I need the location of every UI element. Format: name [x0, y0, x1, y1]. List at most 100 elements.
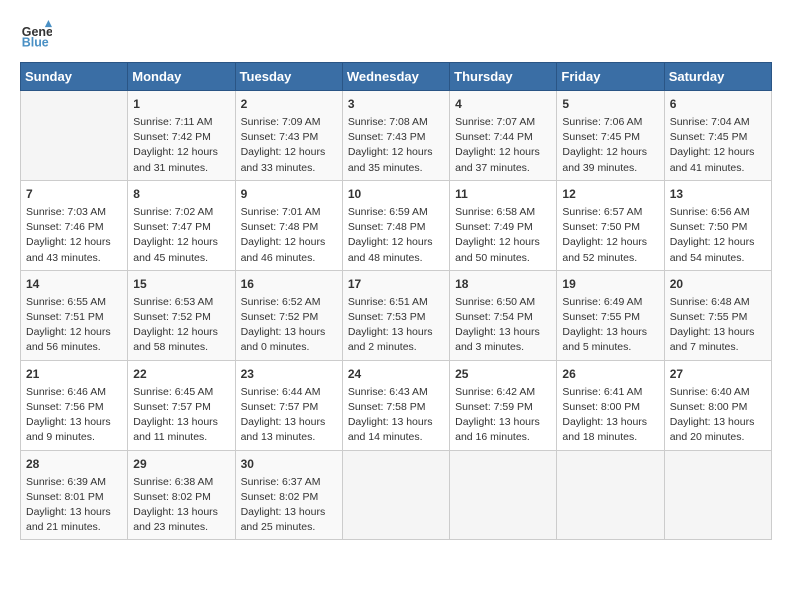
- calendar-cell: 2 Sunrise: 7:09 AM Sunset: 7:43 PM Daylig…: [235, 91, 342, 181]
- day-number: 26: [562, 365, 658, 383]
- day-content: Sunrise: 6:39 AM Sunset: 8:01 PM Dayligh…: [26, 475, 122, 536]
- calendar-cell: 11 Sunrise: 6:58 AM Sunset: 7:49 PM Dayli…: [450, 180, 557, 270]
- day-content: Sunrise: 7:08 AM Sunset: 7:43 PM Dayligh…: [348, 115, 444, 176]
- calendar-cell: [557, 450, 664, 540]
- calendar-cell: 22Sunrise: 6:45 AM Sunset: 7:57 PM Dayli…: [128, 360, 235, 450]
- day-content: Sunrise: 6:55 AM Sunset: 7:51 PM Dayligh…: [26, 295, 122, 356]
- day-number: 2: [241, 95, 337, 113]
- day-content: Sunrise: 6:58 AM Sunset: 7:49 PM Dayligh…: [455, 205, 551, 266]
- day-number: 6: [670, 95, 766, 113]
- calendar-cell: 28 Sunrise: 6:39 AM Sunset: 8:01 PM Dayli…: [21, 450, 128, 540]
- day-number: 24: [348, 365, 444, 383]
- day-content: Sunrise: 6:52 AM Sunset: 7:52 PM Dayligh…: [241, 295, 337, 356]
- day-number: 15: [133, 275, 229, 293]
- calendar-cell: 7Sunrise: 7:03 AM Sunset: 7:46 PM Daylig…: [21, 180, 128, 270]
- day-content: Sunrise: 6:59 AM Sunset: 7:48 PM Dayligh…: [348, 205, 444, 266]
- day-content: Sunrise: 6:53 AM Sunset: 7:52 PM Dayligh…: [133, 295, 229, 356]
- day-number: 3: [348, 95, 444, 113]
- svg-text:Blue: Blue: [22, 36, 49, 50]
- header-day-friday: Friday: [557, 63, 664, 91]
- calendar-cell: 16 Sunrise: 6:52 AM Sunset: 7:52 PM Dayli…: [235, 270, 342, 360]
- day-number: 21: [26, 365, 122, 383]
- day-content: Sunrise: 6:44 AM Sunset: 7:57 PM Dayligh…: [241, 385, 337, 446]
- week-row-5: 28 Sunrise: 6:39 AM Sunset: 8:01 PM Dayli…: [21, 450, 772, 540]
- calendar-cell: [450, 450, 557, 540]
- day-content: Sunrise: 7:01 AM Sunset: 7:48 PM Dayligh…: [241, 205, 337, 266]
- calendar-cell: 25Sunrise: 6:42 AM Sunset: 7:59 PM Dayli…: [450, 360, 557, 450]
- logo: General Blue: [20, 20, 58, 52]
- day-number: 14: [26, 275, 122, 293]
- day-number: 13: [670, 185, 766, 203]
- day-content: Sunrise: 6:42 AM Sunset: 7:59 PM Dayligh…: [455, 385, 551, 446]
- week-row-3: 14 Sunrise: 6:55 AM Sunset: 7:51 PM Dayli…: [21, 270, 772, 360]
- day-content: Sunrise: 6:57 AM Sunset: 7:50 PM Dayligh…: [562, 205, 658, 266]
- day-number: 8: [133, 185, 229, 203]
- day-content: Sunrise: 7:06 AM Sunset: 7:45 PM Dayligh…: [562, 115, 658, 176]
- calendar-cell: 6 Sunrise: 7:04 AM Sunset: 7:45 PM Daylig…: [664, 91, 771, 181]
- logo-icon: General Blue: [20, 20, 52, 52]
- header-day-thursday: Thursday: [450, 63, 557, 91]
- day-number: 27: [670, 365, 766, 383]
- calendar-cell: 15 Sunrise: 6:53 AM Sunset: 7:52 PM Dayli…: [128, 270, 235, 360]
- calendar-cell: 4 Sunrise: 7:07 AM Sunset: 7:44 PM Daylig…: [450, 91, 557, 181]
- week-row-4: 21 Sunrise: 6:46 AM Sunset: 7:56 PM Dayli…: [21, 360, 772, 450]
- day-number: 4: [455, 95, 551, 113]
- day-content: Sunrise: 6:43 AM Sunset: 7:58 PM Dayligh…: [348, 385, 444, 446]
- day-number: 29: [133, 455, 229, 473]
- day-number: 5: [562, 95, 658, 113]
- day-content: Sunrise: 7:11 AM Sunset: 7:42 PM Dayligh…: [133, 115, 229, 176]
- calendar-cell: 5 Sunrise: 7:06 AM Sunset: 7:45 PM Daylig…: [557, 91, 664, 181]
- day-number: 10: [348, 185, 444, 203]
- calendar-cell: [664, 450, 771, 540]
- calendar-cell: [342, 450, 449, 540]
- day-content: Sunrise: 7:02 AM Sunset: 7:47 PM Dayligh…: [133, 205, 229, 266]
- calendar-cell: 12 Sunrise: 6:57 AM Sunset: 7:50 PM Dayli…: [557, 180, 664, 270]
- header-day-monday: Monday: [128, 63, 235, 91]
- day-number: 23: [241, 365, 337, 383]
- calendar-cell: 18Sunrise: 6:50 AM Sunset: 7:54 PM Dayli…: [450, 270, 557, 360]
- calendar-table: SundayMondayTuesdayWednesdayThursdayFrid…: [20, 62, 772, 540]
- calendar-cell: 21 Sunrise: 6:46 AM Sunset: 7:56 PM Dayli…: [21, 360, 128, 450]
- day-content: Sunrise: 6:46 AM Sunset: 7:56 PM Dayligh…: [26, 385, 122, 446]
- day-content: Sunrise: 7:04 AM Sunset: 7:45 PM Dayligh…: [670, 115, 766, 176]
- page-header: General Blue: [20, 20, 772, 52]
- day-content: Sunrise: 6:41 AM Sunset: 8:00 PM Dayligh…: [562, 385, 658, 446]
- calendar-cell: 30 Sunrise: 6:37 AM Sunset: 8:02 PM Dayli…: [235, 450, 342, 540]
- day-number: 16: [241, 275, 337, 293]
- day-content: Sunrise: 6:37 AM Sunset: 8:02 PM Dayligh…: [241, 475, 337, 536]
- calendar-cell: 27 Sunrise: 6:40 AM Sunset: 8:00 PM Dayli…: [664, 360, 771, 450]
- calendar-body: 1 Sunrise: 7:11 AM Sunset: 7:42 PM Daylig…: [21, 91, 772, 540]
- day-number: 12: [562, 185, 658, 203]
- header-day-saturday: Saturday: [664, 63, 771, 91]
- header-row: SundayMondayTuesdayWednesdayThursdayFrid…: [21, 63, 772, 91]
- day-content: Sunrise: 6:49 AM Sunset: 7:55 PM Dayligh…: [562, 295, 658, 356]
- day-number: 17: [348, 275, 444, 293]
- day-content: Sunrise: 6:38 AM Sunset: 8:02 PM Dayligh…: [133, 475, 229, 536]
- day-number: 1: [133, 95, 229, 113]
- day-number: 19: [562, 275, 658, 293]
- day-number: 28: [26, 455, 122, 473]
- day-number: 18: [455, 275, 551, 293]
- day-number: 9: [241, 185, 337, 203]
- calendar-header: SundayMondayTuesdayWednesdayThursdayFrid…: [21, 63, 772, 91]
- header-day-tuesday: Tuesday: [235, 63, 342, 91]
- day-content: Sunrise: 6:45 AM Sunset: 7:57 PM Dayligh…: [133, 385, 229, 446]
- day-content: Sunrise: 6:40 AM Sunset: 8:00 PM Dayligh…: [670, 385, 766, 446]
- calendar-cell: 26 Sunrise: 6:41 AM Sunset: 8:00 PM Dayli…: [557, 360, 664, 450]
- week-row-2: 7Sunrise: 7:03 AM Sunset: 7:46 PM Daylig…: [21, 180, 772, 270]
- day-number: 30: [241, 455, 337, 473]
- calendar-cell: 1 Sunrise: 7:11 AM Sunset: 7:42 PM Daylig…: [128, 91, 235, 181]
- calendar-cell: 24 Sunrise: 6:43 AM Sunset: 7:58 PM Dayli…: [342, 360, 449, 450]
- day-number: 11: [455, 185, 551, 203]
- day-content: Sunrise: 6:56 AM Sunset: 7:50 PM Dayligh…: [670, 205, 766, 266]
- calendar-cell: 23 Sunrise: 6:44 AM Sunset: 7:57 PM Dayli…: [235, 360, 342, 450]
- calendar-cell: 10 Sunrise: 6:59 AM Sunset: 7:48 PM Dayli…: [342, 180, 449, 270]
- calendar-cell: 3 Sunrise: 7:08 AM Sunset: 7:43 PM Daylig…: [342, 91, 449, 181]
- calendar-cell: 17Sunrise: 6:51 AM Sunset: 7:53 PM Dayli…: [342, 270, 449, 360]
- day-content: Sunrise: 7:09 AM Sunset: 7:43 PM Dayligh…: [241, 115, 337, 176]
- calendar-cell: 19 Sunrise: 6:49 AM Sunset: 7:55 PM Dayli…: [557, 270, 664, 360]
- day-content: Sunrise: 7:03 AM Sunset: 7:46 PM Dayligh…: [26, 205, 122, 266]
- header-day-wednesday: Wednesday: [342, 63, 449, 91]
- day-number: 20: [670, 275, 766, 293]
- day-content: Sunrise: 7:07 AM Sunset: 7:44 PM Dayligh…: [455, 115, 551, 176]
